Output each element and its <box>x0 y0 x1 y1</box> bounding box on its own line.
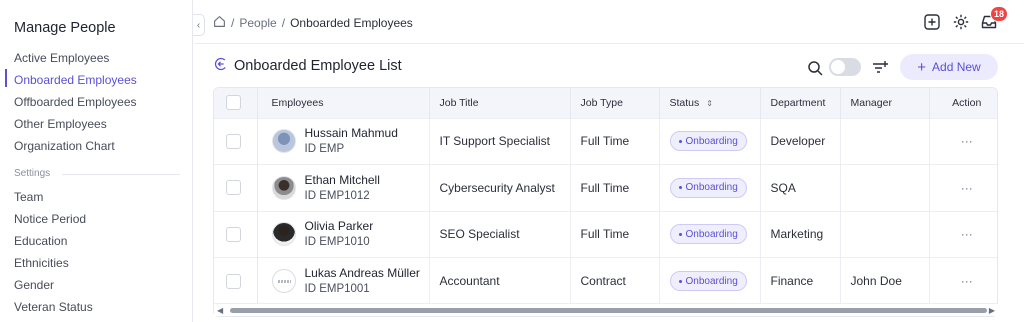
avatar <box>271 222 296 247</box>
row-checkbox[interactable] <box>226 273 241 289</box>
sidebar-item-notice-period[interactable]: Notice Period <box>14 212 86 226</box>
col-job-title: Job Title <box>429 88 571 118</box>
sidebar-title: Manage People <box>14 20 116 36</box>
status-badge: Onboarding <box>669 271 747 291</box>
col-department: Department <box>760 88 841 118</box>
row-checkbox[interactable] <box>226 226 241 242</box>
sidebar-item-offboarded-employees[interactable]: Offboarded Employees <box>14 95 137 109</box>
view-toggle[interactable] <box>829 58 861 76</box>
avatar <box>271 129 296 154</box>
home-icon[interactable] <box>213 15 226 31</box>
active-indicator <box>5 69 7 87</box>
sidebar-item-onboarded-employees[interactable]: Onboarded Employees <box>14 73 137 87</box>
scroll-left-icon[interactable]: ◀ <box>217 306 223 315</box>
col-action: Action <box>952 96 982 109</box>
settings-section-label: Settings <box>14 168 51 179</box>
table-row[interactable]: Hussain Mahmud ID EMP IT Support Speciali… <box>214 118 997 165</box>
add-new-button[interactable]: + Add New <box>900 54 998 80</box>
department: SQA <box>760 164 841 211</box>
sidebar-item-active-employees[interactable]: Active Employees <box>14 51 109 65</box>
table-row[interactable]: Lukas Andreas Müller ID EMP1001 Accountan… <box>214 257 997 305</box>
sidebar-item-organization-chart[interactable]: Organization Chart <box>14 139 115 153</box>
sidebar-item-team[interactable]: Team <box>14 190 43 204</box>
status-badge: Onboarding <box>669 177 747 198</box>
col-job-type: Job Type <box>570 88 660 118</box>
breadcrumb-separator: / <box>231 16 235 30</box>
employee-name[interactable]: Lukas Andreas Müller <box>305 265 420 281</box>
job-title: Cybersecurity Analyst <box>429 164 571 211</box>
manager <box>840 211 930 258</box>
select-all-checkbox[interactable] <box>226 95 241 111</box>
status-badge: Onboarding <box>669 131 747 152</box>
breadcrumb-current: Onboarded Employees <box>290 16 413 30</box>
scrollbar-thumb[interactable] <box>230 308 987 313</box>
row-action-menu[interactable]: ··· <box>929 211 997 258</box>
sidebar-item-gender[interactable]: Gender <box>14 278 54 292</box>
table-header-row: Employees Job Title Job Type Status ⇕ De… <box>214 88 997 118</box>
search-icon[interactable] <box>805 58 825 78</box>
job-type: Full Time <box>570 164 660 211</box>
status-badge: Onboarding <box>669 224 747 245</box>
job-type: Contract <box>570 257 660 304</box>
employee-id: ID EMP <box>304 143 345 156</box>
sidebar-item-other-employees[interactable]: Other Employees <box>14 117 107 131</box>
sidebar-item-education[interactable]: Education <box>14 234 67 248</box>
manager: John Doe <box>840 257 930 304</box>
avatar <box>271 175 296 200</box>
row-action-menu[interactable]: ··· <box>929 118 997 165</box>
plus-square-icon[interactable] <box>922 12 942 32</box>
department: Finance <box>760 257 841 304</box>
notification-badge: 18 <box>990 6 1009 22</box>
breadcrumb-separator: / <box>281 16 286 30</box>
department: Developer <box>760 118 841 165</box>
employee-name[interactable]: Olivia Parker <box>305 218 374 234</box>
col-status-label: Status <box>669 96 700 109</box>
employee-id: ID EMP1001 <box>304 283 370 295</box>
gear-icon[interactable] <box>951 12 971 32</box>
job-type: Full Time <box>570 118 660 165</box>
employee-name[interactable]: Hussain Mahmud <box>305 125 398 141</box>
row-action-menu[interactable]: ··· <box>929 165 997 212</box>
toggle-knob <box>831 60 845 74</box>
sidebar-item-ethnicities[interactable]: Ethnicities <box>14 256 69 270</box>
job-title: SEO Specialist <box>429 211 571 258</box>
row-checkbox[interactable] <box>226 133 241 149</box>
filter-icon[interactable] <box>870 57 890 77</box>
manager <box>840 164 930 211</box>
job-type: Full Time <box>570 211 660 258</box>
manager <box>840 118 930 165</box>
col-employees: Employees <box>257 88 430 118</box>
employee-table: Employees Job Title Job Type Status ⇕ De… <box>213 87 998 317</box>
employee-id: ID EMP1010 <box>304 236 370 249</box>
employee-id: ID EMP1012 <box>304 189 370 202</box>
col-status[interactable]: Status ⇕ <box>659 88 761 118</box>
plus-icon: + <box>917 58 927 76</box>
avatar <box>271 269 296 293</box>
department: Marketing <box>760 211 841 258</box>
back-arrow-icon[interactable] <box>214 57 228 75</box>
job-title: Accountant <box>429 257 571 304</box>
table-row[interactable]: Olivia Parker ID EMP1010 SEO Specialist F… <box>214 211 997 258</box>
employee-name[interactable]: Ethan Mitchell <box>305 172 380 188</box>
sidebar-item-veteran-status[interactable]: Veteran Status <box>14 300 93 314</box>
job-title: IT Support Specialist <box>429 118 571 165</box>
sidebar: Manage People Active Employees Onboarded… <box>0 0 193 322</box>
add-new-label: Add New <box>932 60 981 74</box>
col-manager: Manager <box>840 88 930 118</box>
breadcrumb: / People / Onboarded Employees <box>213 15 413 31</box>
table-row[interactable]: Ethan Mitchell ID EMP1012 Cybersecurity A… <box>214 164 997 212</box>
list-title: Onboarded Employee List <box>234 58 402 74</box>
breadcrumb-people[interactable]: People <box>239 16 276 30</box>
row-checkbox[interactable] <box>226 180 241 196</box>
row-action-menu[interactable]: ··· <box>929 258 997 305</box>
settings-divider <box>62 174 180 175</box>
list-header: Onboarded Employee List <box>214 57 402 75</box>
sort-icon[interactable]: ⇕ <box>706 99 713 108</box>
horizontal-scrollbar[interactable]: ◀ ▶ <box>214 303 998 316</box>
scroll-right-icon[interactable]: ▶ <box>989 306 995 315</box>
